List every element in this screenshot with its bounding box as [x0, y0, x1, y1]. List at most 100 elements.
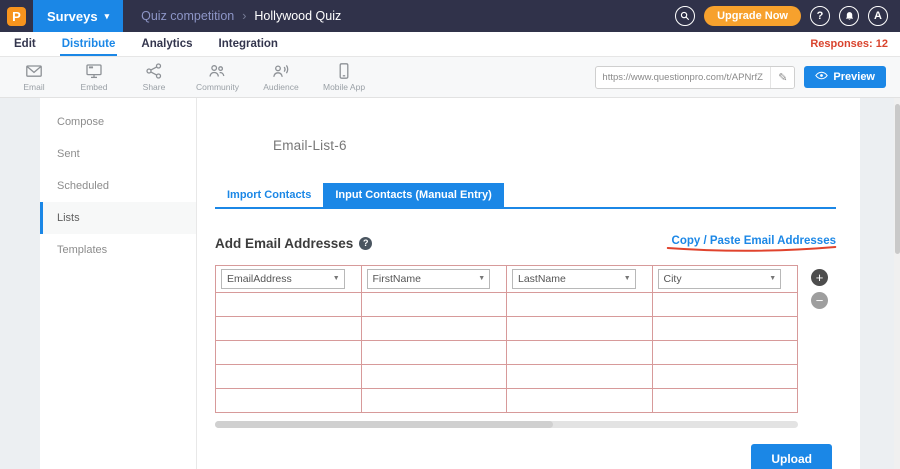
toolbar-item-community[interactable]: Community [196, 62, 239, 92]
vertical-scrollbar[interactable] [894, 98, 900, 469]
responses-count[interactable]: Responses: 12 [810, 32, 888, 56]
add-emails-header-row: Add Email Addresses ? Copy / Paste Email… [215, 231, 836, 255]
contact-cell[interactable] [507, 317, 653, 341]
remove-column-button[interactable]: − [811, 292, 828, 309]
upload-row: Upload [215, 444, 836, 469]
column-select-firstname[interactable]: FirstName [367, 269, 491, 289]
contact-cell[interactable] [652, 389, 798, 413]
sidebar-item-templates[interactable]: Templates [40, 234, 196, 266]
contact-cell[interactable] [507, 389, 653, 413]
row-buttons: + − [811, 269, 828, 309]
tab-input-contacts-manual-entry[interactable]: Input Contacts (Manual Entry) [323, 183, 503, 207]
search-icon[interactable] [675, 6, 695, 26]
lists-panel: Email-List-6 Import Contacts Input Conta… [197, 98, 860, 469]
edit-url-icon[interactable]: ✎ [770, 67, 794, 88]
toolbar-item-share[interactable]: Share [136, 62, 172, 92]
toolbar-label: Embed [81, 82, 108, 92]
nav-tab-integration[interactable]: Integration [217, 32, 280, 56]
contact-cell[interactable] [507, 365, 653, 389]
toolbar-label: Audience [263, 82, 298, 92]
contact-cell[interactable] [216, 389, 362, 413]
column-select-emailaddress[interactable]: EmailAddress [221, 269, 345, 289]
contact-table-header-row: EmailAddress FirstName LastName City [216, 266, 798, 293]
preview-button[interactable]: Preview [804, 66, 886, 88]
survey-url-input[interactable] [596, 72, 770, 83]
help-icon[interactable]: ? [810, 6, 830, 26]
column-header-cell: LastName [507, 266, 653, 293]
main-content: Compose Sent Scheduled Lists Templates E… [0, 98, 900, 469]
notifications-bell-icon[interactable] [839, 6, 859, 26]
community-icon [208, 62, 226, 80]
vertical-scrollbar-thumb[interactable] [895, 104, 900, 254]
contact-cell[interactable] [652, 293, 798, 317]
mobile-app-icon [335, 62, 353, 80]
contact-cell[interactable] [216, 341, 362, 365]
contact-cell[interactable] [361, 341, 507, 365]
column-select-wrap: EmailAddress [221, 269, 345, 289]
topbar: P Surveys ▾ Quiz competition › Hollywood… [0, 0, 900, 32]
questionpro-distribute-page: P Surveys ▾ Quiz competition › Hollywood… [0, 0, 900, 469]
sidebar-item-compose[interactable]: Compose [40, 106, 196, 138]
product-switcher-label: Surveys [47, 9, 98, 24]
toolbar-item-mobile-app[interactable]: Mobile App [323, 62, 365, 92]
toolbar-item-audience[interactable]: Audience [263, 62, 299, 92]
add-email-addresses-title: Add Email Addresses [215, 236, 353, 251]
sidebar-item-sent[interactable]: Sent [40, 138, 196, 170]
sidebar-item-lists[interactable]: Lists [40, 202, 196, 234]
toolbar-item-embed[interactable]: Embed [76, 62, 112, 92]
contact-cell[interactable] [361, 365, 507, 389]
contact-table-row [216, 389, 798, 413]
contact-cell[interactable] [216, 365, 362, 389]
contact-cell[interactable] [216, 317, 362, 341]
user-avatar[interactable]: A [868, 6, 888, 26]
column-select-wrap: City [658, 269, 782, 289]
column-header-cell: FirstName [361, 266, 507, 293]
contact-cell[interactable] [361, 317, 507, 341]
column-select-lastname[interactable]: LastName [512, 269, 636, 289]
toolbar-label: Share [143, 82, 166, 92]
contact-table-row [216, 341, 798, 365]
breadcrumb-separator: › [242, 9, 246, 23]
toolbar-label: Community [196, 82, 239, 92]
toolbar-right: ✎ Preview [595, 66, 886, 89]
contact-cell[interactable] [507, 293, 653, 317]
survey-url-box: ✎ [595, 66, 795, 89]
help-badge-icon[interactable]: ? [359, 237, 372, 250]
toolbar-label: Email [23, 82, 44, 92]
contact-cell[interactable] [652, 317, 798, 341]
contact-cell[interactable] [507, 341, 653, 365]
contact-cell[interactable] [652, 365, 798, 389]
column-header-cell: EmailAddress [216, 266, 362, 293]
horizontal-scrollbar-thumb[interactable] [215, 421, 553, 428]
column-select-wrap: FirstName [367, 269, 491, 289]
breadcrumb: Quiz competition › Hollywood Quiz [141, 9, 341, 23]
contact-table-row [216, 317, 798, 341]
share-icon [145, 62, 163, 80]
questionpro-logo[interactable]: P [7, 7, 26, 26]
audience-icon [272, 62, 290, 80]
column-header-cell: City [652, 266, 798, 293]
contact-cell[interactable] [361, 293, 507, 317]
contact-cell[interactable] [216, 293, 362, 317]
contact-cell[interactable] [652, 341, 798, 365]
contact-table-row [216, 293, 798, 317]
contact-cell[interactable] [361, 389, 507, 413]
horizontal-scrollbar[interactable] [215, 421, 798, 428]
breadcrumb-current-page: Hollywood Quiz [254, 9, 341, 23]
contact-table-wrap: EmailAddress FirstName LastName City + − [215, 265, 836, 428]
column-select-wrap: LastName [512, 269, 636, 289]
add-column-button[interactable]: + [811, 269, 828, 286]
nav-tab-analytics[interactable]: Analytics [139, 32, 194, 56]
upgrade-now-button[interactable]: Upgrade Now [704, 6, 801, 26]
nav-tab-distribute[interactable]: Distribute [60, 32, 118, 56]
tab-import-contacts[interactable]: Import Contacts [215, 183, 323, 207]
upload-button[interactable]: Upload [751, 444, 832, 469]
sidebar-item-scheduled[interactable]: Scheduled [40, 170, 196, 202]
preview-label: Preview [833, 71, 875, 83]
product-switcher-surveys[interactable]: Surveys ▾ [33, 0, 123, 32]
eye-icon [815, 71, 828, 83]
toolbar-item-email[interactable]: Email [16, 62, 52, 92]
column-select-city[interactable]: City [658, 269, 782, 289]
breadcrumb-survey-name[interactable]: Quiz competition [141, 9, 234, 23]
nav-tab-edit[interactable]: Edit [12, 32, 38, 56]
